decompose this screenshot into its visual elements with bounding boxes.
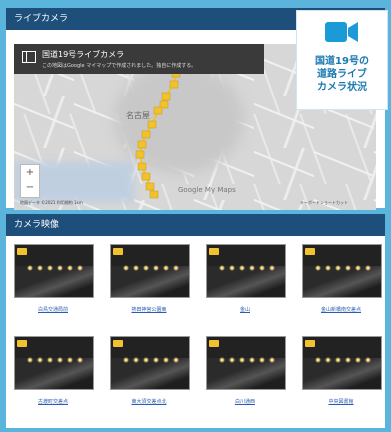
camera-thumbnail[interactable]: 白鳥交通局前: [14, 244, 94, 313]
camera-label[interactable]: 中央図書館: [302, 398, 380, 405]
camera-icon: [209, 248, 219, 255]
camera-label[interactable]: 白川通西: [206, 398, 284, 405]
camera-marker[interactable]: [141, 130, 151, 139]
camera-thumbnail[interactable]: 古渡町交差点: [14, 336, 94, 405]
map-footer[interactable]: 地図データ ©2021 利用規約 1km: [20, 200, 83, 206]
map-title: 国道19号ライブカメラ: [42, 50, 125, 59]
camera-label[interactable]: 東大須交差点北: [110, 398, 188, 405]
camera-thumbnail[interactable]: 金山新橋南交差点: [302, 244, 382, 313]
camera-thumbnail[interactable]: 金山: [206, 244, 286, 313]
camera-marker[interactable]: [147, 120, 157, 129]
google-logo: Google My Maps: [178, 186, 236, 194]
camera-icon: [305, 340, 315, 347]
camera-label[interactable]: 白鳥交通局前: [14, 306, 92, 313]
camera-marker[interactable]: [149, 190, 159, 199]
video-camera-icon: [325, 22, 358, 42]
camera-thumbnail[interactable]: 白川通西: [206, 336, 286, 405]
city-label: 名古屋: [126, 110, 150, 120]
route-status-badge: 国道19号の 道路ライブ カメラ状況: [296, 10, 388, 110]
camera-icon: [17, 340, 27, 347]
keyboard-shortcuts-link[interactable]: キーボードショートカット: [300, 200, 348, 206]
zoom-control: + −: [20, 164, 40, 198]
camera-label[interactable]: 古渡町交差点: [14, 398, 92, 405]
camera-marker[interactable]: [137, 140, 147, 149]
camera-marker[interactable]: [169, 80, 179, 89]
camera-label[interactable]: 熱田神宮公園東: [110, 306, 188, 313]
camera-marker[interactable]: [161, 92, 171, 101]
camera-marker[interactable]: [153, 106, 163, 115]
camera-thumbnail[interactable]: 熱田神宮公園東: [110, 244, 190, 313]
camera-marker[interactable]: [141, 172, 151, 181]
camera-label[interactable]: 金山: [206, 306, 284, 313]
camera-icon: [113, 340, 123, 347]
camera-video-panel: カメラ映像 白鳥交通局前 熱田神宮公園東 金山 金山新橋南交差点 古渡町交差点 …: [6, 214, 385, 428]
camera-icon: [17, 248, 27, 255]
camera-icon: [305, 248, 315, 255]
camera-thumbnail[interactable]: 中央図書館: [302, 336, 382, 405]
map-list-icon[interactable]: [22, 51, 36, 63]
camera-marker[interactable]: [145, 182, 155, 191]
badge-text: 国道19号の 道路ライブ カメラ状況: [315, 56, 369, 93]
camera-label[interactable]: 金山新橋南交差点: [302, 306, 380, 313]
camera-marker[interactable]: [137, 162, 147, 171]
map-note[interactable]: この地図はGoogle マイマップで作成されました。独自に作成する。: [42, 62, 196, 69]
camera-marker[interactable]: [135, 150, 145, 159]
camera-icon: [113, 248, 123, 255]
camera-thumbnail[interactable]: 東大須交差点北: [110, 336, 190, 405]
zoom-in-button[interactable]: +: [21, 165, 39, 180]
zoom-out-button[interactable]: −: [21, 180, 39, 195]
map-title-bar: 国道19号ライブカメラ この地図はGoogle マイマップで作成されました。独自…: [14, 44, 264, 74]
camera-video-header: カメラ映像: [6, 214, 385, 236]
camera-icon: [209, 340, 219, 347]
